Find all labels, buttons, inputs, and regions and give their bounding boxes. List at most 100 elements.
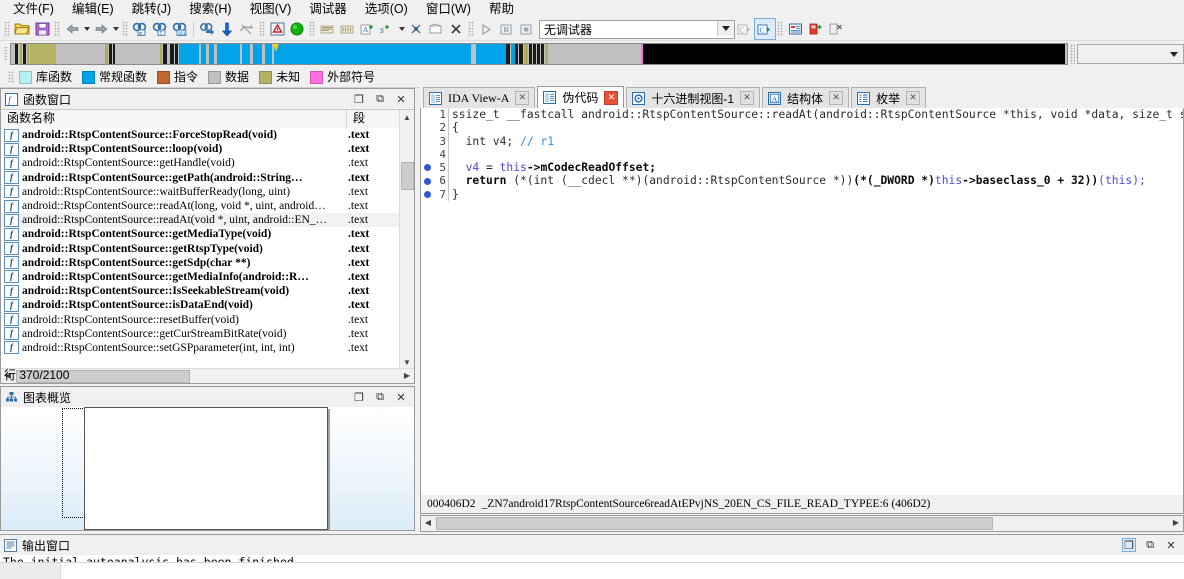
navigation-band[interactable] xyxy=(10,43,1069,65)
close-icon[interactable]: ✕ xyxy=(740,91,755,105)
snapshot-icon[interactable] xyxy=(426,19,446,39)
breakpoint-dot-icon[interactable] xyxy=(421,190,433,198)
tab-pseudocode[interactable]: 伪代码 ✕ xyxy=(537,86,625,108)
restore-icon[interactable]: ❐ xyxy=(353,391,365,404)
search-code-icon[interactable]: m xyxy=(130,19,150,39)
navband-grip[interactable] xyxy=(4,46,9,62)
tab-enums[interactable]: 枚举 ✕ xyxy=(851,87,927,108)
play-icon[interactable] xyxy=(476,19,496,39)
breakpoint-dot-icon[interactable] xyxy=(421,177,433,185)
functions-list-row[interactable]: f android::RtspContentSource::getCurStrea… xyxy=(1,327,400,341)
legend-grip[interactable] xyxy=(8,71,14,83)
save-icon[interactable] xyxy=(32,19,52,39)
functions-list-row[interactable]: f android::RtspContentSource::getRtspType… xyxy=(1,242,400,256)
toolbar-grip-6[interactable] xyxy=(468,21,474,37)
forward-history-dropdown-icon[interactable] xyxy=(111,19,120,39)
column-header-name[interactable]: 函数名称 xyxy=(1,110,347,128)
graph-overview-canvas[interactable] xyxy=(1,407,414,530)
output-log-area[interactable]: https://blog.csdn.ne@51CTO博客 The initial… xyxy=(0,555,1184,579)
functions-list-row[interactable]: f android::RtspContentSource::getPath(and… xyxy=(1,171,400,185)
make-array-icon[interactable]: A xyxy=(357,19,377,39)
output-command-input-row[interactable] xyxy=(0,562,1184,579)
menu-options[interactable]: 选项(O) xyxy=(356,0,417,18)
add-bp-icon[interactable] xyxy=(805,19,825,39)
close-icon[interactable]: ✕ xyxy=(515,91,530,105)
step-c-off-icon[interactable]: C xyxy=(735,19,755,39)
jump-xref-icon[interactable] xyxy=(197,19,217,39)
functions-list-row[interactable]: f android::RtspContentSource::isDataEnd(v… xyxy=(1,298,400,312)
struct-icon[interactable] xyxy=(785,19,805,39)
chevron-down-icon[interactable] xyxy=(717,20,734,36)
menu-edit[interactable]: 编辑(E) xyxy=(63,0,123,18)
breakpoint-dot-icon[interactable] xyxy=(421,164,433,172)
pseudocode-line[interactable]: 3 int v4; // r1 xyxy=(421,134,1183,148)
scroll-right-icon[interactable]: ▶ xyxy=(400,369,414,382)
functions-list-row[interactable]: f android::RtspContentSource::setGSPparam… xyxy=(1,341,400,355)
functions-list-row[interactable]: f android::RtspContentSource::waitBufferR… xyxy=(1,185,400,199)
step-c-on-icon[interactable]: C xyxy=(754,18,776,40)
toolbar-grip-2[interactable] xyxy=(54,21,60,37)
pseudocode-horizontal-scrollbar[interactable]: ◀ ▶ xyxy=(420,515,1184,532)
signature-dropdown-icon[interactable] xyxy=(397,19,406,39)
functions-list-row[interactable]: f android::RtspContentSource::ForceStopRe… xyxy=(1,128,400,142)
menu-jump[interactable]: 跳转(J) xyxy=(123,0,181,18)
float-icon[interactable]: ⧉ xyxy=(374,391,386,403)
menu-help[interactable]: 帮助 xyxy=(480,0,523,18)
jump-down-icon[interactable] xyxy=(217,19,237,39)
pseudocode-line[interactable]: 1 ssize_t __fastcall android::RtspContent… xyxy=(421,108,1183,122)
restore-icon[interactable]: ❐ xyxy=(353,93,365,106)
functions-list-row[interactable]: f android::RtspContentSource::getHandle(v… xyxy=(1,156,400,170)
functions-list-row[interactable]: f android::RtspContentSource::resetBuffer… xyxy=(1,312,400,327)
toolbar-grip-4[interactable] xyxy=(259,21,265,37)
menu-file[interactable]: 文件(F) xyxy=(4,0,63,18)
scroll-up-icon[interactable]: ▲ xyxy=(400,110,414,124)
output-prompt-box[interactable] xyxy=(0,563,61,579)
pseudocode-text-area[interactable]: 1 ssize_t __fastcall android::RtspContent… xyxy=(420,108,1184,496)
close-icon[interactable]: ✕ xyxy=(1165,539,1177,552)
menu-view[interactable]: 视图(V) xyxy=(241,0,301,18)
back-arrow-icon[interactable] xyxy=(62,19,82,39)
toolbar-grip[interactable] xyxy=(4,21,10,37)
forward-arrow-icon[interactable] xyxy=(91,19,111,39)
functions-vertical-scrollbar[interactable]: ▲ ▼ xyxy=(399,110,414,369)
pseudocode-line[interactable]: 6 return (*(int (__cdecl **)(android::Rt… xyxy=(421,174,1183,188)
functions-list-row[interactable]: f android::RtspContentSource::readAt(long… xyxy=(1,199,400,213)
float-icon[interactable]: ⧉ xyxy=(1144,539,1156,551)
tab-ida-view-a[interactable]: IDA View-A ✕ xyxy=(423,87,536,108)
close-icon[interactable]: ✕ xyxy=(395,391,407,404)
toolbar-grip-5[interactable] xyxy=(309,21,315,37)
navband-right-grip[interactable] xyxy=(1070,44,1076,64)
close-icon[interactable]: ✕ xyxy=(604,90,619,105)
pseudocode-line[interactable]: 2{ xyxy=(421,121,1183,135)
open-file-icon[interactable] xyxy=(12,19,32,39)
functions-list-row[interactable]: f android::RtspContentSource::getMediaTyp… xyxy=(1,227,400,241)
float-icon[interactable]: ⧉ xyxy=(374,93,386,105)
menu-window[interactable]: 窗口(W) xyxy=(417,0,480,18)
search-sequence-icon[interactable]: 101 xyxy=(170,19,190,39)
names-icon[interactable] xyxy=(337,19,357,39)
del-bp-icon[interactable] xyxy=(825,19,845,39)
navband-cursor-marker[interactable] xyxy=(273,44,280,54)
stop-icon[interactable] xyxy=(516,19,536,39)
warning-icon[interactable] xyxy=(267,19,287,39)
functions-list-row[interactable]: f android::RtspContentSource::getMediaInf… xyxy=(1,270,400,284)
functions-list[interactable]: f android::RtspContentSource::ForceStopRe… xyxy=(1,128,400,369)
close-icon[interactable]: ✕ xyxy=(906,91,921,105)
column-header-segment[interactable]: 段 xyxy=(347,110,402,128)
back-history-dropdown-icon[interactable] xyxy=(82,19,91,39)
strings-icon[interactable] xyxy=(317,19,337,39)
pseudocode-line[interactable]: 5 v4 = this->mCodecReadOffset; xyxy=(421,161,1183,175)
debugger-select[interactable]: 无调试器 xyxy=(539,19,735,39)
pause-icon[interactable] xyxy=(496,19,516,39)
tab-structures[interactable]: A 结构体 ✕ xyxy=(762,87,850,108)
scroll-left-icon[interactable]: ◀ xyxy=(421,516,435,529)
restore-icon[interactable]: ❐ xyxy=(1122,538,1136,552)
pseudocode-line[interactable]: 7} xyxy=(421,187,1183,202)
plugin-icon[interactable] xyxy=(406,19,426,39)
close-icon[interactable]: ✕ xyxy=(829,91,844,105)
navband-zoom-select[interactable] xyxy=(1077,44,1184,64)
functions-list-row[interactable]: f android::RtspContentSource::loop(void).… xyxy=(1,142,400,156)
functions-list-row[interactable]: f android::RtspContentSource::IsSeekableS… xyxy=(1,284,400,298)
menu-debugger[interactable]: 调试器 xyxy=(300,0,356,18)
tab-hex-view-1[interactable]: 十六进制视图-1 ✕ xyxy=(626,87,761,108)
